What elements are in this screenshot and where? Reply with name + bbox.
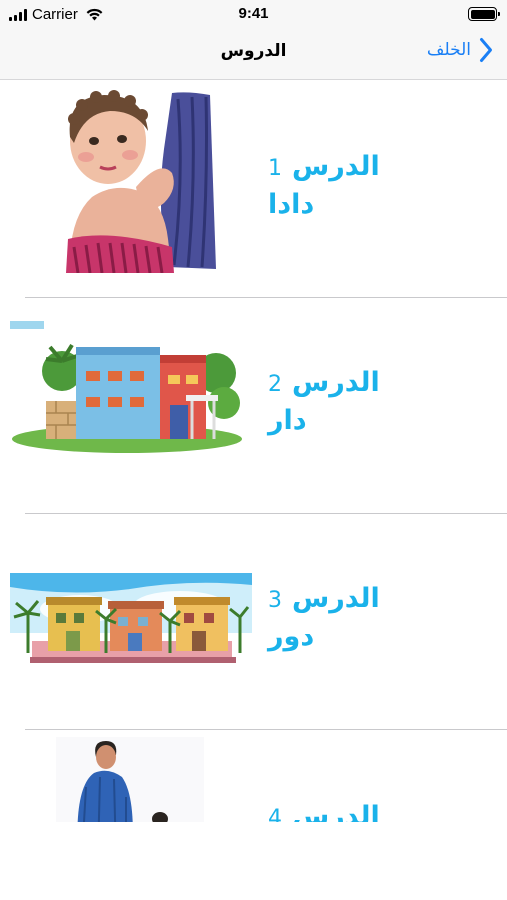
status-time: 9:41 xyxy=(238,5,269,22)
lesson-label: الدرس xyxy=(292,151,380,182)
lesson-text-1: 1 الدرس دادا xyxy=(268,149,380,223)
lessons-list[interactable]: 1 الدرس دادا 2 الدرس دار 3 الدرس دور 4 ا… xyxy=(0,81,507,822)
status-bar: Carrier 9:41 xyxy=(0,0,507,28)
back-button-label: الخلف xyxy=(426,40,471,60)
back-button[interactable]: الخلف xyxy=(427,37,493,63)
lesson-number: 4 xyxy=(268,806,282,822)
lesson-row-4[interactable]: 4 الدرس xyxy=(0,729,507,822)
lesson-word: دار xyxy=(268,405,307,436)
lesson-number: 3 xyxy=(268,588,282,613)
lesson-number: 2 xyxy=(268,372,282,397)
bottom-blank-area xyxy=(0,822,507,900)
lesson-row-2[interactable]: 2 الدرس دار xyxy=(0,297,507,513)
lesson-row-1[interactable]: 1 الدرس دادا xyxy=(0,81,507,297)
lesson-text-3: 3 الدرس دور xyxy=(268,581,380,655)
lesson-label: الدرس xyxy=(292,583,380,614)
lesson-label: الدرس xyxy=(292,801,380,822)
navigation-bar: الدروس الخلف xyxy=(0,28,507,80)
lesson-label: الدرس xyxy=(292,367,380,398)
lesson-number: 1 xyxy=(268,156,282,181)
houses-row-illustration xyxy=(10,573,252,663)
man-kneeling-illustration xyxy=(56,737,204,822)
chevron-right-icon xyxy=(480,38,492,62)
house-illustration xyxy=(10,321,242,453)
child-with-curtain-illustration xyxy=(66,90,216,273)
lesson-text-4: 4 الدرس xyxy=(268,799,380,822)
lesson-text-2: 2 الدرس دار xyxy=(268,365,380,439)
lesson-word: دور xyxy=(268,621,315,652)
battery-icon xyxy=(468,7,500,21)
lesson-row-3[interactable]: 3 الدرس دور xyxy=(0,513,507,729)
lesson-word: دادا xyxy=(268,189,315,220)
